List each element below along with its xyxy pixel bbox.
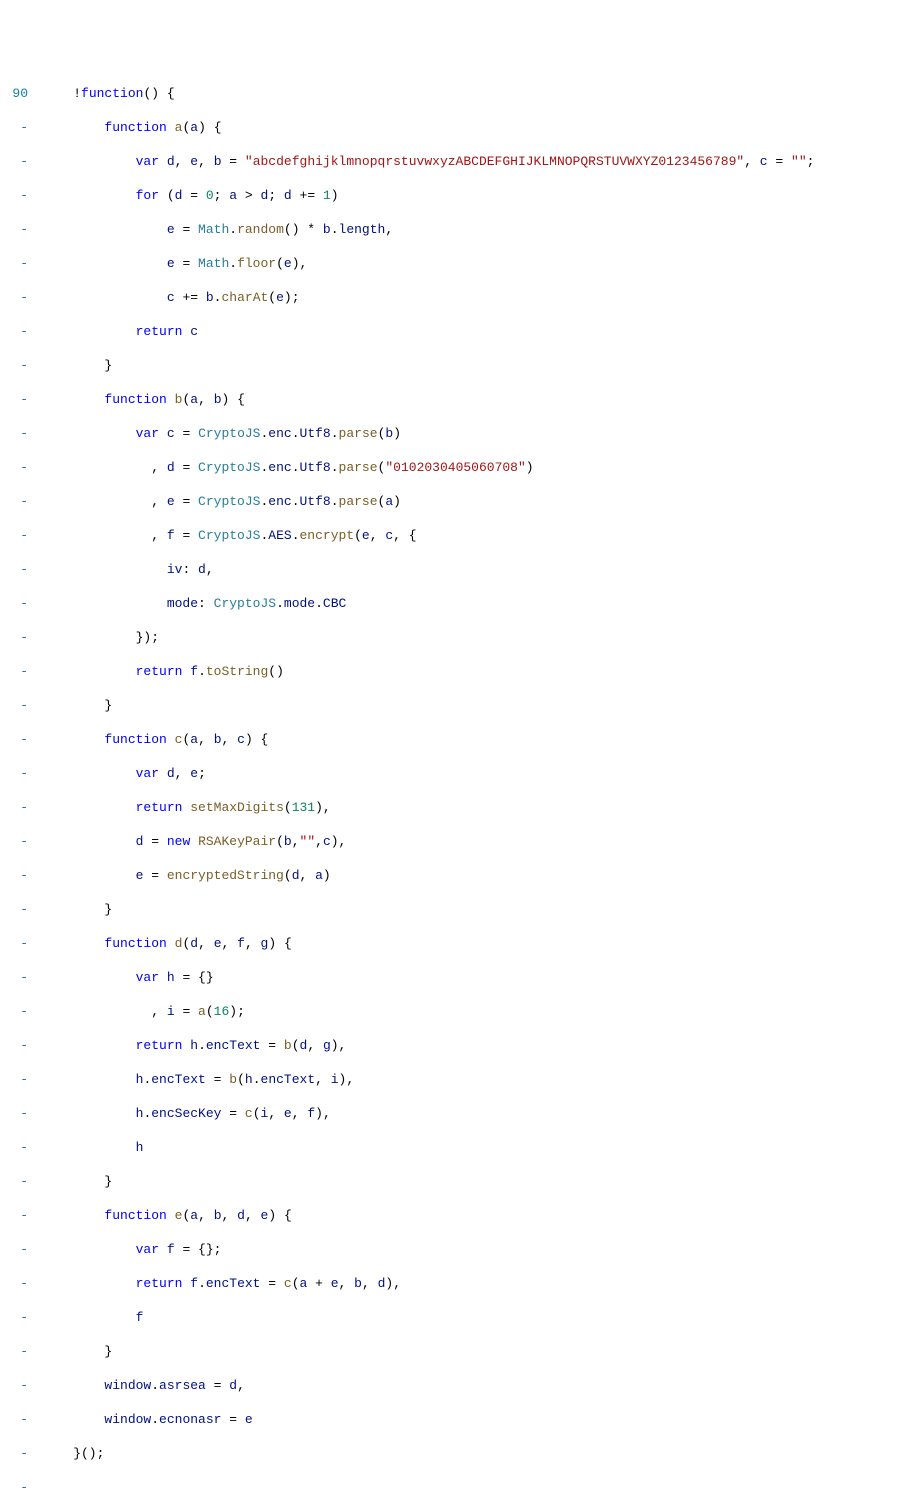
code-line: , e = CryptoJS.enc.Utf8.parse(a) — [42, 493, 814, 510]
gutter-dash: - — [6, 1003, 28, 1020]
code-line: return setMaxDigits(131), — [42, 799, 814, 816]
code-line: window.ecnonasr = e — [42, 1411, 814, 1428]
gutter-dash: - — [6, 663, 28, 680]
code-line: d = new RSAKeyPair(b,"",c), — [42, 833, 814, 850]
gutter-dash: - — [6, 1071, 28, 1088]
code-block: 90 - - - - - - - - - - - - - - - - - - -… — [0, 68, 910, 1492]
gutter-dash: - — [6, 459, 28, 476]
gutter-dash: - — [6, 221, 28, 238]
gutter-dash: - — [6, 187, 28, 204]
code-line: var f = {}; — [42, 1241, 814, 1258]
gutter-dash: - — [6, 153, 28, 170]
gutter-dash: - — [6, 1343, 28, 1360]
gutter-dash: - — [6, 119, 28, 136]
code-line: mode: CryptoJS.mode.CBC — [42, 595, 814, 612]
code-line: var d, e, b = "abcdefghijklmnopqrstuvwxy… — [42, 153, 814, 170]
gutter-dash: - — [6, 731, 28, 748]
code-line: } — [42, 357, 814, 374]
gutter-dash: - — [6, 867, 28, 884]
gutter-dash: - — [6, 391, 28, 408]
gutter-dash: - — [6, 357, 28, 374]
gutter-dash: - — [6, 425, 28, 442]
gutter-dash: - — [6, 595, 28, 612]
gutter-dash: - — [6, 1105, 28, 1122]
code-line: } — [42, 1343, 814, 1360]
code-line: return f.toString() — [42, 663, 814, 680]
gutter-dash: - — [6, 323, 28, 340]
code-line: return h.encText = b(d, g), — [42, 1037, 814, 1054]
code-line: } — [42, 697, 814, 714]
line-number-gutter: 90 - - - - - - - - - - - - - - - - - - -… — [0, 68, 36, 1492]
gutter-dash: - — [6, 289, 28, 306]
gutter-dash: - — [6, 935, 28, 952]
code-line: , i = a(16); — [42, 1003, 814, 1020]
code-line: c += b.charAt(e); — [42, 289, 814, 306]
gutter-dash: - — [6, 561, 28, 578]
gutter-dash: - — [6, 697, 28, 714]
code-content[interactable]: !function() { function a(a) { var d, e, … — [36, 68, 814, 1492]
code-line: var h = {} — [42, 969, 814, 986]
code-line: , f = CryptoJS.AES.encrypt(e, c, { — [42, 527, 814, 544]
code-line: function a(a) { — [42, 119, 814, 136]
code-line: h — [42, 1139, 814, 1156]
gutter-dash: - — [6, 1241, 28, 1258]
code-line: return c — [42, 323, 814, 340]
gutter-dash: - — [6, 1479, 28, 1492]
code-line: function d(d, e, f, g) { — [42, 935, 814, 952]
code-line: window.asrsea = d, — [42, 1377, 814, 1394]
code-line: e = Math.floor(e), — [42, 255, 814, 272]
code-line: } — [42, 901, 814, 918]
code-line: var c = CryptoJS.enc.Utf8.parse(b) — [42, 425, 814, 442]
gutter-dash: - — [6, 1309, 28, 1326]
gutter-dash: - — [6, 1377, 28, 1394]
line-number: 90 — [6, 85, 28, 102]
code-line: e = Math.random() * b.length, — [42, 221, 814, 238]
code-line: f — [42, 1309, 814, 1326]
code-line: }(); — [42, 1445, 814, 1462]
code-line: return f.encText = c(a + e, b, d), — [42, 1275, 814, 1292]
code-line: } — [42, 1173, 814, 1190]
gutter-dash: - — [6, 833, 28, 850]
code-line: e = encryptedString(d, a) — [42, 867, 814, 884]
gutter-dash: - — [6, 799, 28, 816]
gutter-dash: - — [6, 1173, 28, 1190]
gutter-dash: - — [6, 1445, 28, 1462]
code-line: }); — [42, 629, 814, 646]
code-line: iv: d, — [42, 561, 814, 578]
gutter-dash: - — [6, 1139, 28, 1156]
gutter-dash: - — [6, 1037, 28, 1054]
gutter-dash: - — [6, 629, 28, 646]
gutter-dash: - — [6, 1411, 28, 1428]
gutter-dash: - — [6, 1207, 28, 1224]
gutter-dash: - — [6, 493, 28, 510]
gutter-dash: - — [6, 1275, 28, 1292]
gutter-dash: - — [6, 255, 28, 272]
code-line: for (d = 0; a > d; d += 1) — [42, 187, 814, 204]
code-line: function b(a, b) { — [42, 391, 814, 408]
gutter-dash: - — [6, 527, 28, 544]
code-line: function e(a, b, d, e) { — [42, 1207, 814, 1224]
gutter-dash: - — [6, 901, 28, 918]
code-line: h.encSecKey = c(i, e, f), — [42, 1105, 814, 1122]
code-line: , d = CryptoJS.enc.Utf8.parse("010203040… — [42, 459, 814, 476]
gutter-dash: - — [6, 765, 28, 782]
code-line: h.encText = b(h.encText, i), — [42, 1071, 814, 1088]
code-line: function c(a, b, c) { — [42, 731, 814, 748]
code-line: !function() { — [42, 85, 814, 102]
code-line: var d, e; — [42, 765, 814, 782]
gutter-dash: - — [6, 969, 28, 986]
